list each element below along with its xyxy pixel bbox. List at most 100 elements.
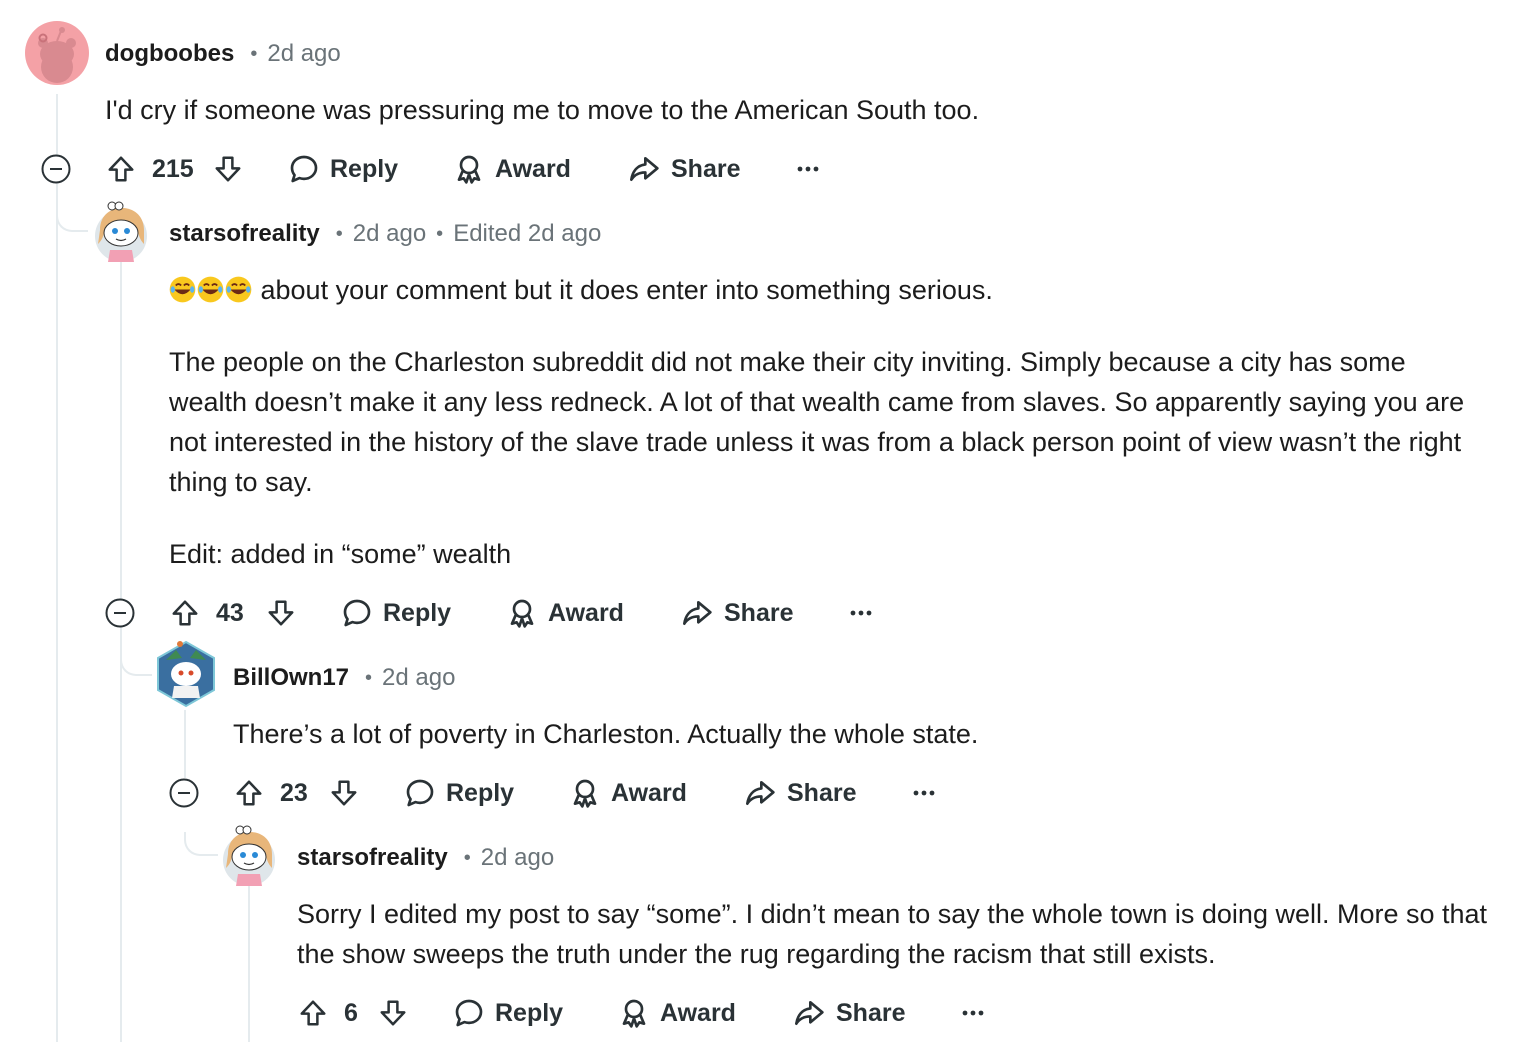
share-button[interactable]: Share bbox=[627, 144, 740, 194]
award-label: Award bbox=[495, 154, 571, 183]
share-icon bbox=[792, 997, 826, 1029]
more-options-button[interactable] bbox=[912, 768, 936, 818]
comment-text: I'd cry if someone was pressuring me to … bbox=[105, 95, 980, 125]
award-button[interactable]: Award bbox=[569, 768, 687, 818]
separator-dot: • bbox=[365, 666, 373, 689]
share-button[interactable]: Share bbox=[680, 588, 793, 638]
award-icon bbox=[569, 777, 601, 809]
award-icon bbox=[453, 153, 485, 185]
share-icon bbox=[627, 153, 661, 185]
award-icon bbox=[506, 597, 538, 629]
timestamp[interactable]: 2d ago bbox=[267, 40, 340, 68]
downvote-icon bbox=[378, 998, 408, 1028]
avatar[interactable] bbox=[92, 200, 150, 262]
share-button[interactable]: Share bbox=[743, 768, 856, 818]
thread-connector bbox=[184, 832, 218, 856]
avatar[interactable] bbox=[220, 824, 278, 886]
timestamp[interactable]: 2d ago bbox=[481, 844, 554, 872]
comment-paragraph: Edit: added in “some” wealth bbox=[169, 539, 512, 569]
comment-meta: starsofreality • 2d ago bbox=[297, 838, 554, 878]
vote-count: 215 bbox=[152, 154, 194, 183]
upvote-icon bbox=[234, 778, 264, 808]
upvote-button[interactable] bbox=[298, 988, 328, 1038]
username[interactable]: starsofreality bbox=[169, 220, 320, 248]
comment-body: Sorry I edited my post to say “some”. I … bbox=[297, 894, 1497, 974]
comment-body: I'd cry if someone was pressuring me to … bbox=[105, 90, 1485, 130]
reply-label: Reply bbox=[383, 598, 452, 627]
comment-body: There’s a lot of poverty in Charleston. … bbox=[233, 714, 1473, 754]
share-label: Share bbox=[836, 998, 906, 1027]
award-button[interactable]: Award bbox=[453, 144, 571, 194]
comment-text: Sorry I edited my post to say “some”. I … bbox=[297, 899, 1488, 969]
more-options-button[interactable] bbox=[961, 988, 985, 1038]
comment-paragraph: The people on the Charleston subreddit d… bbox=[169, 347, 1465, 497]
award-label: Award bbox=[660, 998, 736, 1027]
timestamp[interactable]: 2d ago bbox=[353, 220, 426, 248]
reply-button[interactable]: Reply bbox=[404, 768, 514, 818]
reply-bubble-icon bbox=[341, 597, 373, 629]
downvote-button[interactable] bbox=[329, 768, 359, 818]
downvote-button[interactable] bbox=[378, 988, 408, 1038]
action-row: 215 Reply Award Share bbox=[0, 144, 1514, 194]
share-label: Share bbox=[671, 154, 741, 183]
reply-bubble-icon bbox=[453, 997, 485, 1029]
snoo-avatar-icon bbox=[38, 27, 76, 83]
reply-label: Reply bbox=[495, 998, 564, 1027]
downvote-button[interactable] bbox=[213, 144, 243, 194]
award-label: Award bbox=[548, 598, 624, 627]
more-dots-icon bbox=[849, 609, 873, 617]
snoo-girl-avatar-icon bbox=[223, 825, 275, 886]
laughing-emoji-icon bbox=[197, 276, 224, 303]
share-icon bbox=[680, 597, 714, 629]
reply-button[interactable]: Reply bbox=[453, 988, 563, 1038]
downvote-icon bbox=[213, 154, 243, 184]
more-options-button[interactable] bbox=[849, 588, 873, 638]
avatar[interactable] bbox=[156, 640, 216, 708]
username[interactable]: starsofreality bbox=[297, 844, 448, 872]
vote-count: 6 bbox=[344, 998, 358, 1027]
snoo-girl-avatar-icon bbox=[95, 201, 147, 262]
award-icon bbox=[618, 997, 650, 1029]
separator-dot: • bbox=[335, 222, 343, 245]
thread-connector bbox=[56, 208, 88, 232]
upvote-button[interactable] bbox=[106, 144, 136, 194]
upvote-icon bbox=[298, 998, 328, 1028]
username[interactable]: dogboobes bbox=[105, 40, 234, 68]
award-button[interactable]: Award bbox=[618, 988, 736, 1038]
reply-button[interactable]: Reply bbox=[288, 144, 398, 194]
comment-paragraph: 😂😂😂 about your comment but it does enter… bbox=[169, 270, 1474, 310]
separator-dot: • bbox=[436, 222, 444, 245]
reply-label: Reply bbox=[446, 778, 515, 807]
edited-label: Edited 2d ago bbox=[453, 220, 602, 247]
vote-count: 43 bbox=[216, 598, 244, 627]
share-label: Share bbox=[787, 778, 857, 807]
thread-connector bbox=[120, 652, 152, 676]
comment-meta: BillOwn17 • 2d ago bbox=[233, 658, 455, 698]
separator-dot: • bbox=[463, 846, 471, 869]
more-options-button[interactable] bbox=[796, 144, 820, 194]
avatar[interactable] bbox=[25, 21, 89, 85]
upvote-icon bbox=[106, 154, 136, 184]
more-dots-icon bbox=[796, 165, 820, 173]
share-label: Share bbox=[724, 598, 794, 627]
more-dots-icon bbox=[961, 1009, 985, 1017]
separator-dot: • bbox=[250, 42, 258, 65]
more-dots-icon bbox=[912, 789, 936, 797]
thread-line-level-1[interactable] bbox=[56, 94, 58, 1042]
award-button[interactable]: Award bbox=[506, 588, 624, 638]
downvote-button[interactable] bbox=[266, 588, 296, 638]
upvote-button[interactable] bbox=[234, 768, 264, 818]
timestamp[interactable]: 2d ago bbox=[382, 664, 455, 692]
action-row: 43 Reply Award Share bbox=[0, 588, 1514, 638]
share-button[interactable]: Share bbox=[792, 988, 905, 1038]
reply-bubble-icon bbox=[288, 153, 320, 185]
reply-label: Reply bbox=[330, 154, 399, 183]
reply-button[interactable]: Reply bbox=[341, 588, 451, 638]
share-icon bbox=[743, 777, 777, 809]
downvote-icon bbox=[266, 598, 296, 628]
username[interactable]: BillOwn17 bbox=[233, 664, 349, 692]
upvote-button[interactable] bbox=[170, 588, 200, 638]
comment-meta: starsofreality • 2d ago • Edited 2d ago bbox=[169, 214, 601, 254]
comment-text: about your comment but it does enter int… bbox=[253, 275, 993, 305]
reply-bubble-icon bbox=[404, 777, 436, 809]
